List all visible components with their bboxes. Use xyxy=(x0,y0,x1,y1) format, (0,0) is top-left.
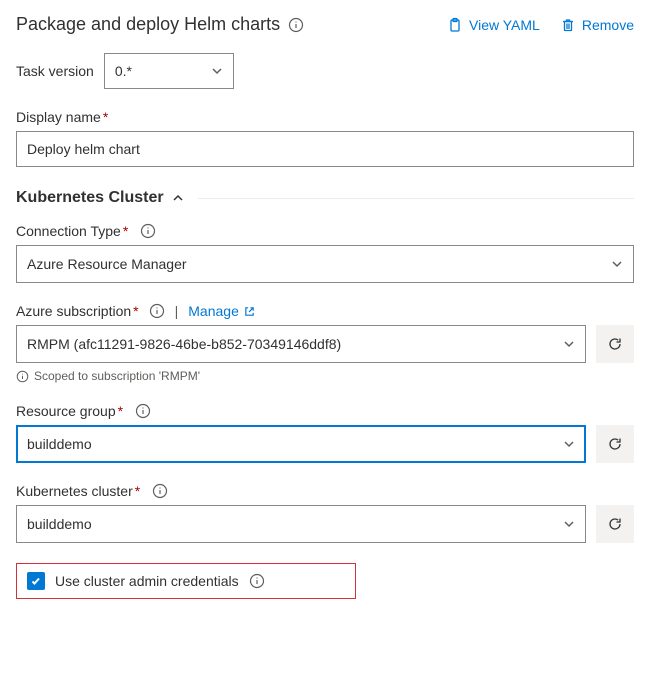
resource-group-label: Resource group xyxy=(16,403,116,419)
info-icon[interactable] xyxy=(140,223,156,239)
refresh-button[interactable] xyxy=(596,505,634,543)
task-version-label: Task version xyxy=(16,63,94,79)
page-title: Package and deploy Helm charts xyxy=(16,14,304,35)
required-marker: * xyxy=(123,223,128,239)
external-link-icon xyxy=(244,306,255,317)
refresh-button[interactable] xyxy=(596,425,634,463)
chevron-down-icon xyxy=(563,518,575,530)
info-icon xyxy=(16,370,29,383)
manage-label: Manage xyxy=(188,303,239,319)
trash-icon xyxy=(560,17,576,33)
resource-group-select[interactable]: builddemo xyxy=(16,425,586,463)
view-yaml-label: View YAML xyxy=(469,17,540,33)
section-title: Kubernetes Cluster xyxy=(16,189,164,207)
kubernetes-cluster-label-row: Kubernetes cluster* xyxy=(16,483,634,499)
separator: | xyxy=(175,303,179,319)
resource-group-value: builddemo xyxy=(27,436,92,452)
connection-type-label-row: Connection Type* xyxy=(16,223,634,239)
display-name-group: Display name* xyxy=(16,109,634,167)
connection-type-select[interactable]: Azure Resource Manager xyxy=(16,245,634,283)
header-actions: View YAML Remove xyxy=(447,17,634,33)
resource-group-select-row: builddemo xyxy=(16,425,634,463)
section-rule xyxy=(198,198,634,199)
azure-subscription-value: RMPM (afc11291-9826-46be-b852-70349146dd… xyxy=(27,336,341,352)
scope-note-text: Scoped to subscription 'RMPM' xyxy=(34,369,200,383)
azure-subscription-select[interactable]: RMPM (afc11291-9826-46be-b852-70349146dd… xyxy=(16,325,586,363)
info-icon[interactable] xyxy=(135,403,151,419)
required-marker: * xyxy=(103,109,108,125)
info-icon[interactable] xyxy=(288,17,304,33)
refresh-button[interactable] xyxy=(596,325,634,363)
chevron-down-icon xyxy=(611,258,623,270)
azure-subscription-label-row: Azure subscription* | Manage xyxy=(16,303,634,319)
view-yaml-button[interactable]: View YAML xyxy=(447,17,540,33)
refresh-icon xyxy=(607,436,623,452)
use-admin-credentials-row[interactable]: Use cluster admin credentials xyxy=(16,563,356,599)
connection-type-label: Connection Type xyxy=(16,223,121,239)
connection-type-group: Connection Type* Azure Resource Manager xyxy=(16,223,634,283)
azure-subscription-group: Azure subscription* | Manage RMPM (afc11… xyxy=(16,303,634,383)
scope-note: Scoped to subscription 'RMPM' xyxy=(16,369,634,383)
task-version-row: Task version 0.* xyxy=(16,53,634,89)
kubernetes-cluster-group: Kubernetes cluster* builddemo xyxy=(16,483,634,543)
display-name-input[interactable] xyxy=(16,131,634,167)
resource-group-group: Resource group* builddemo xyxy=(16,403,634,463)
kubernetes-cluster-select-row: builddemo xyxy=(16,505,634,543)
required-marker: * xyxy=(135,483,140,499)
azure-subscription-select-row: RMPM (afc11291-9826-46be-b852-70349146dd… xyxy=(16,325,634,363)
chevron-down-icon xyxy=(563,338,575,350)
clipboard-icon xyxy=(447,17,463,33)
resource-group-label-row: Resource group* xyxy=(16,403,634,419)
azure-subscription-label: Azure subscription xyxy=(16,303,131,319)
info-icon[interactable] xyxy=(149,303,165,319)
remove-label: Remove xyxy=(582,17,634,33)
manage-link[interactable]: Manage xyxy=(188,303,255,319)
task-version-select[interactable]: 0.* xyxy=(104,53,234,89)
info-icon[interactable] xyxy=(152,483,168,499)
page-title-text: Package and deploy Helm charts xyxy=(16,14,280,35)
chevron-down-icon xyxy=(563,438,575,450)
refresh-icon xyxy=(607,516,623,532)
header-row: Package and deploy Helm charts View YAML… xyxy=(16,14,634,35)
kubernetes-cluster-select[interactable]: builddemo xyxy=(16,505,586,543)
section-kubernetes-cluster[interactable]: Kubernetes Cluster xyxy=(16,189,634,207)
kubernetes-cluster-value: builddemo xyxy=(27,516,92,532)
remove-button[interactable]: Remove xyxy=(560,17,634,33)
display-name-label-row: Display name* xyxy=(16,109,634,125)
required-marker: * xyxy=(118,403,123,419)
required-marker: * xyxy=(133,303,138,319)
kubernetes-cluster-label: Kubernetes cluster xyxy=(16,483,133,499)
chevron-up-icon xyxy=(172,192,184,204)
refresh-icon xyxy=(607,336,623,352)
task-version-value: 0.* xyxy=(115,63,132,79)
chevron-down-icon xyxy=(211,65,223,77)
checkbox-checked-icon[interactable] xyxy=(27,572,45,590)
connection-type-value: Azure Resource Manager xyxy=(27,256,187,272)
info-icon[interactable] xyxy=(249,573,265,589)
use-admin-label: Use cluster admin credentials xyxy=(55,573,239,589)
display-name-label: Display name xyxy=(16,109,101,125)
